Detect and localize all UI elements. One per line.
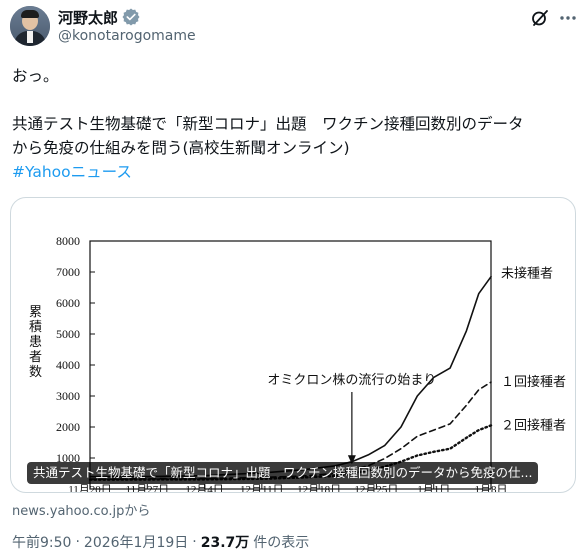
author-name-row: 河野太郎	[58, 7, 140, 27]
tweet-line-1: おっ。	[12, 67, 59, 85]
view-count: 23.7万	[200, 535, 250, 551]
tweet-line-3: から免疫の仕組みを問う(高校生新聞オンライン)	[12, 139, 350, 157]
tweet-text: おっ。 共通テスト生物基礎で「新型コロナ」出題 ワクチン接種回数別のデータ から…	[12, 64, 578, 184]
avatar-shirt	[27, 31, 33, 43]
author-handle[interactable]: @konotarogomame	[58, 28, 196, 44]
chart-y-tick-label: 8000	[56, 234, 80, 248]
chart-x-tick-label: 11月20日	[68, 484, 112, 493]
chart-x-tick-label: 12月18日	[297, 484, 341, 493]
chart-x-tick-label: 12月11日	[240, 484, 284, 493]
chart-x-tick-label: 11月27日	[125, 484, 169, 493]
card-title-overlay: 共通テスト生物基礎で「新型コロナ」出題 ワクチン接種回数別のデータから免疫の仕.…	[27, 462, 539, 484]
tweet-time[interactable]: 午前9:50	[12, 532, 71, 552]
link-card[interactable]: 1000 2000 3000 4000 5000 6000 7000 8000 11月20日 11…	[10, 197, 576, 493]
chart-x-tick-label: 12月4日	[185, 484, 224, 493]
meta-separator: ·	[192, 534, 197, 550]
chart-y-tick-label: 4000	[56, 358, 80, 372]
chart-y-tick-label: 3000	[56, 389, 80, 403]
chart-y-tick-label: 7000	[56, 265, 80, 279]
author-display-name[interactable]: 河野太郎	[58, 7, 118, 28]
chart-annotation-text: オミクロン株の流行の始まり	[267, 372, 436, 387]
chart-x-tick-label: 1月8日	[475, 484, 508, 493]
chart-y-tick-label: 2000	[56, 420, 80, 434]
chart-series-label: ２回接種者	[501, 417, 566, 432]
chart: 1000200030004000500060007000800011月20日 11…	[29, 234, 566, 493]
chart-y-tick-label: 5000	[56, 327, 80, 341]
chart-x-tick-label: 1月1日	[417, 484, 450, 493]
hashtag-link[interactable]: #Yahooニュース	[12, 163, 132, 181]
card-source-link[interactable]: news.yahoo.co.jpから	[12, 500, 150, 519]
tweet-meta: 午前9:50 · 2026年1月19日 · 23.7万 件の表示	[12, 532, 309, 552]
tweet-date[interactable]: 2026年1月19日	[84, 532, 188, 552]
verified-badge-icon	[122, 8, 140, 26]
more-icon[interactable]	[558, 8, 578, 28]
meta-separator: ·	[75, 534, 80, 550]
chart-x-tick-label: 12月25日	[354, 484, 398, 493]
avatar[interactable]	[10, 6, 50, 46]
view-count-suffix: 件の表示	[253, 535, 310, 551]
chart-series-label: 未接種者	[501, 266, 553, 281]
grok-icon[interactable]	[530, 8, 550, 28]
avatar-hair	[21, 10, 39, 18]
tweet-line-2: 共通テスト生物基礎で「新型コロナ」出題 ワクチン接種回数別のデータ	[12, 115, 524, 133]
chart-y-axis-label: 累積患者数	[29, 304, 42, 379]
chart-series-label: １回接種者	[501, 374, 566, 389]
chart-y-tick-label: 6000	[56, 296, 80, 310]
